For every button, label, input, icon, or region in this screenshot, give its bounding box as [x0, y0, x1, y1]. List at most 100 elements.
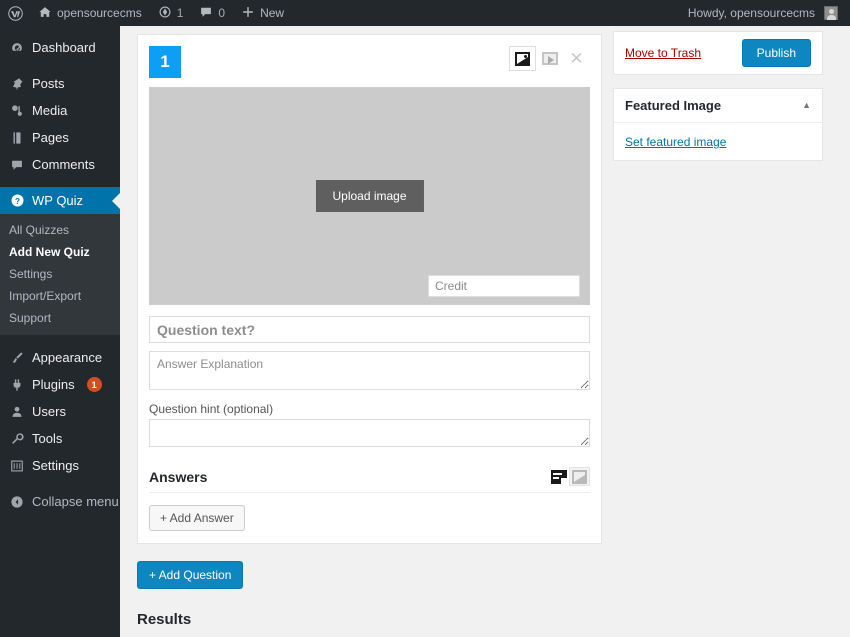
- paintbrush-icon: [9, 351, 25, 365]
- sidebar-item-label: Media: [32, 103, 68, 118]
- site-name-label: opensourcecms: [57, 6, 142, 20]
- submenu-item-add-new-quiz[interactable]: Add New Quiz: [0, 241, 120, 263]
- collapse-menu-button[interactable]: Collapse menu: [0, 488, 120, 515]
- main-content-area: 1 ✕ Upload image Credit Question text? A…: [120, 26, 850, 637]
- sidebar-item-dashboard[interactable]: Dashboard: [0, 34, 120, 61]
- question-image-placeholder[interactable]: Upload image: [149, 87, 590, 305]
- question-video-tab[interactable]: [536, 46, 563, 71]
- wrench-icon: [9, 432, 25, 446]
- sidebar-item-appearance[interactable]: Appearance: [0, 344, 120, 371]
- page-icon: [9, 131, 25, 145]
- sidebar-item-label: Posts: [32, 76, 65, 91]
- menu-separator: [0, 61, 120, 70]
- answers-text-tab[interactable]: [548, 467, 569, 486]
- sidebar-item-label: Users: [32, 404, 66, 419]
- featured-image-box: Featured Image ▲ Set featured image: [613, 88, 823, 161]
- question-hint-textarea[interactable]: [149, 419, 590, 447]
- settings-sliders-icon: [9, 459, 25, 473]
- svg-text:?: ?: [14, 197, 19, 206]
- home-icon: [38, 5, 52, 21]
- collapse-menu-label: Collapse menu: [32, 494, 119, 509]
- submenu-item-settings[interactable]: Settings: [0, 263, 120, 285]
- sidebar-item-label: Plugins: [32, 377, 75, 392]
- comments-count: 0: [218, 6, 226, 20]
- admin-bar: opensourcecms 1 0 New Howdy, opensourcec…: [0, 0, 850, 26]
- upload-image-button[interactable]: Upload image: [315, 180, 424, 212]
- plus-icon: [241, 5, 255, 21]
- users-icon: [9, 405, 25, 419]
- sidebar-item-pages[interactable]: Pages: [0, 124, 120, 151]
- my-account-menu[interactable]: Howdy, opensourcecms: [680, 0, 846, 26]
- menu-top-spacer: [0, 26, 120, 34]
- question-image-tab[interactable]: [509, 46, 536, 71]
- sidebar-item-label: Tools: [32, 431, 63, 446]
- video-icon: [541, 52, 558, 65]
- menu-separator: [0, 479, 120, 488]
- user-avatar-icon: [824, 6, 838, 20]
- menu-separator: [0, 178, 120, 187]
- sidebar-item-label: Dashboard: [32, 40, 96, 55]
- sidebar-item-label: Comments: [32, 157, 95, 172]
- site-name-menu[interactable]: opensourcecms: [30, 0, 150, 26]
- comments-menu[interactable]: 0: [191, 0, 233, 26]
- media-icon: [9, 104, 25, 118]
- updates-count: 1: [176, 6, 184, 20]
- image-icon: [515, 51, 530, 66]
- results-section-title: Results: [137, 611, 192, 628]
- comment-bubble-icon: [199, 5, 213, 21]
- plugins-update-badge: 1: [86, 377, 102, 392]
- sidebar-item-wp-quiz[interactable]: ? WP Quiz: [0, 187, 120, 214]
- wp-quiz-submenu: All Quizzes Add New Quiz Settings Import…: [0, 214, 120, 335]
- text-answers-icon: [550, 469, 567, 484]
- publish-button[interactable]: Publish: [741, 39, 811, 67]
- side-column: Move to Trash Publish Featured Image ▲ S…: [613, 31, 823, 161]
- question-hint-label: Question hint (optional): [149, 402, 274, 416]
- sidebar-item-label: Appearance: [32, 350, 103, 365]
- menu-separator: [0, 335, 120, 344]
- new-content-menu[interactable]: New: [233, 0, 292, 26]
- answer-explanation-textarea[interactable]: [149, 351, 590, 390]
- sidebar-item-label: Settings: [32, 458, 79, 473]
- sidebar-item-plugins[interactable]: Plugins 1: [0, 371, 120, 398]
- question-remove-button[interactable]: ✕: [563, 46, 590, 71]
- plug-icon: [9, 378, 25, 392]
- answers-image-tab[interactable]: [569, 467, 590, 486]
- set-featured-image-link[interactable]: Set featured image: [625, 135, 726, 149]
- chevron-up-icon[interactable]: ▲: [802, 101, 811, 110]
- wordpress-logo-icon: [8, 5, 23, 21]
- sidebar-item-comments[interactable]: Comments: [0, 151, 120, 178]
- add-answer-button[interactable]: + Add Answer: [149, 505, 245, 531]
- sidebar-item-label: Pages: [32, 130, 69, 145]
- sidebar-item-media[interactable]: Media: [0, 97, 120, 124]
- featured-image-title: Featured Image: [625, 98, 722, 113]
- question-text-input[interactable]: [149, 316, 590, 343]
- updates-menu[interactable]: 1: [150, 0, 192, 26]
- sidebar-item-settings[interactable]: Settings: [0, 452, 120, 479]
- move-to-trash-link[interactable]: Move to Trash: [625, 46, 701, 60]
- question-header: 1 ✕: [149, 46, 590, 78]
- wordpress-logo-icon[interactable]: [0, 0, 30, 26]
- featured-image-header: Featured Image ▲: [614, 89, 822, 123]
- image-answers-icon: [572, 469, 587, 484]
- question-mark-icon: ?: [9, 193, 25, 208]
- image-credit-input[interactable]: [428, 275, 580, 297]
- sidebar-item-users[interactable]: Users: [0, 398, 120, 425]
- sidebar-item-label: WP Quiz: [32, 193, 84, 208]
- submenu-item-import-export[interactable]: Import/Export: [0, 285, 120, 307]
- comment-icon: [9, 158, 25, 172]
- close-icon: ✕: [569, 49, 584, 68]
- submenu-item-all-quizzes[interactable]: All Quizzes: [0, 219, 120, 241]
- sidebar-item-tools[interactable]: Tools: [0, 425, 120, 452]
- collapse-arrow-icon: [9, 495, 25, 509]
- add-question-button[interactable]: + Add Question: [137, 561, 244, 589]
- submenu-item-support[interactable]: Support: [0, 307, 120, 329]
- main-column: 1 ✕ Upload image Credit Question text? A…: [137, 34, 602, 628]
- question-number-badge: 1: [149, 46, 181, 78]
- question-media-tools: ✕: [509, 46, 590, 71]
- answers-type-tools: [548, 467, 590, 486]
- sidebar-item-posts[interactable]: Posts: [0, 70, 120, 97]
- featured-image-content: Set featured image: [614, 123, 822, 160]
- admin-sidebar-menu: Dashboard Posts Media Pages Comments ? W…: [0, 26, 120, 637]
- answers-title: Answers: [149, 468, 208, 485]
- dashboard-icon: [9, 41, 25, 55]
